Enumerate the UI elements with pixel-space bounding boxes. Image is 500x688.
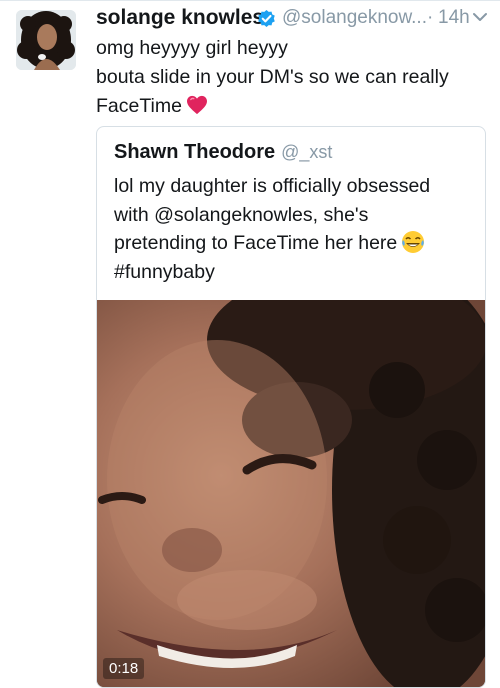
quoted-tweet-header: Shawn Theodore @_xst — [114, 141, 332, 164]
quoted-tweet-text: lol my daughter is officially obsessed w… — [114, 172, 474, 286]
quoted-author-name: Shawn Theodore — [114, 141, 276, 163]
verified-badge-icon — [258, 9, 275, 28]
tears-of-joy-emoji-icon — [402, 231, 425, 253]
timestamp[interactable]: 14h — [438, 7, 470, 29]
video-duration: 0:18 — [103, 658, 145, 679]
separator-dot: · — [427, 7, 434, 28]
tweet-text: omg heyyyy girl heyyy bouta slide in you… — [96, 34, 492, 121]
top-divider — [0, 0, 500, 1]
red-heart-icon — [186, 95, 207, 115]
quoted-text-line: with @solangeknowles, she's — [114, 203, 369, 226]
quoted-text-line: pretending to FaceTime her here — [114, 232, 398, 254]
avatar[interactable] — [16, 10, 76, 70]
quoted-tweet-card[interactable]: Shawn Theodore @_xst lol my daughter is o… — [96, 126, 486, 688]
tweet-header: solange knowles @solangeknow... · 14h — [96, 6, 492, 34]
tweet-text-line-last: FaceTime — [96, 92, 492, 121]
quoted-text-line-emoji: pretending to FaceTime her here — [114, 229, 474, 258]
quoted-text-line: lol my daughter is officially obsessed — [114, 175, 431, 197]
video-player[interactable]: 0:18 — [97, 300, 485, 687]
author-handle[interactable]: @solangeknow... — [282, 7, 427, 29]
quoted-text-line[interactable]: #funnybaby — [114, 258, 474, 287]
author-name[interactable]: solange knowles — [96, 6, 264, 30]
quoted-author-handle: @_xst — [281, 142, 333, 162]
tweet-text-line: bouta slide in your DM's so we can reall… — [96, 66, 449, 88]
tweet-text-line: omg heyyyy girl heyyy — [96, 37, 288, 59]
video-thumbnail — [97, 300, 485, 687]
tweet-text-line: FaceTime — [96, 95, 182, 117]
avatar-image — [16, 10, 76, 70]
chevron-down-icon[interactable] — [473, 12, 487, 22]
